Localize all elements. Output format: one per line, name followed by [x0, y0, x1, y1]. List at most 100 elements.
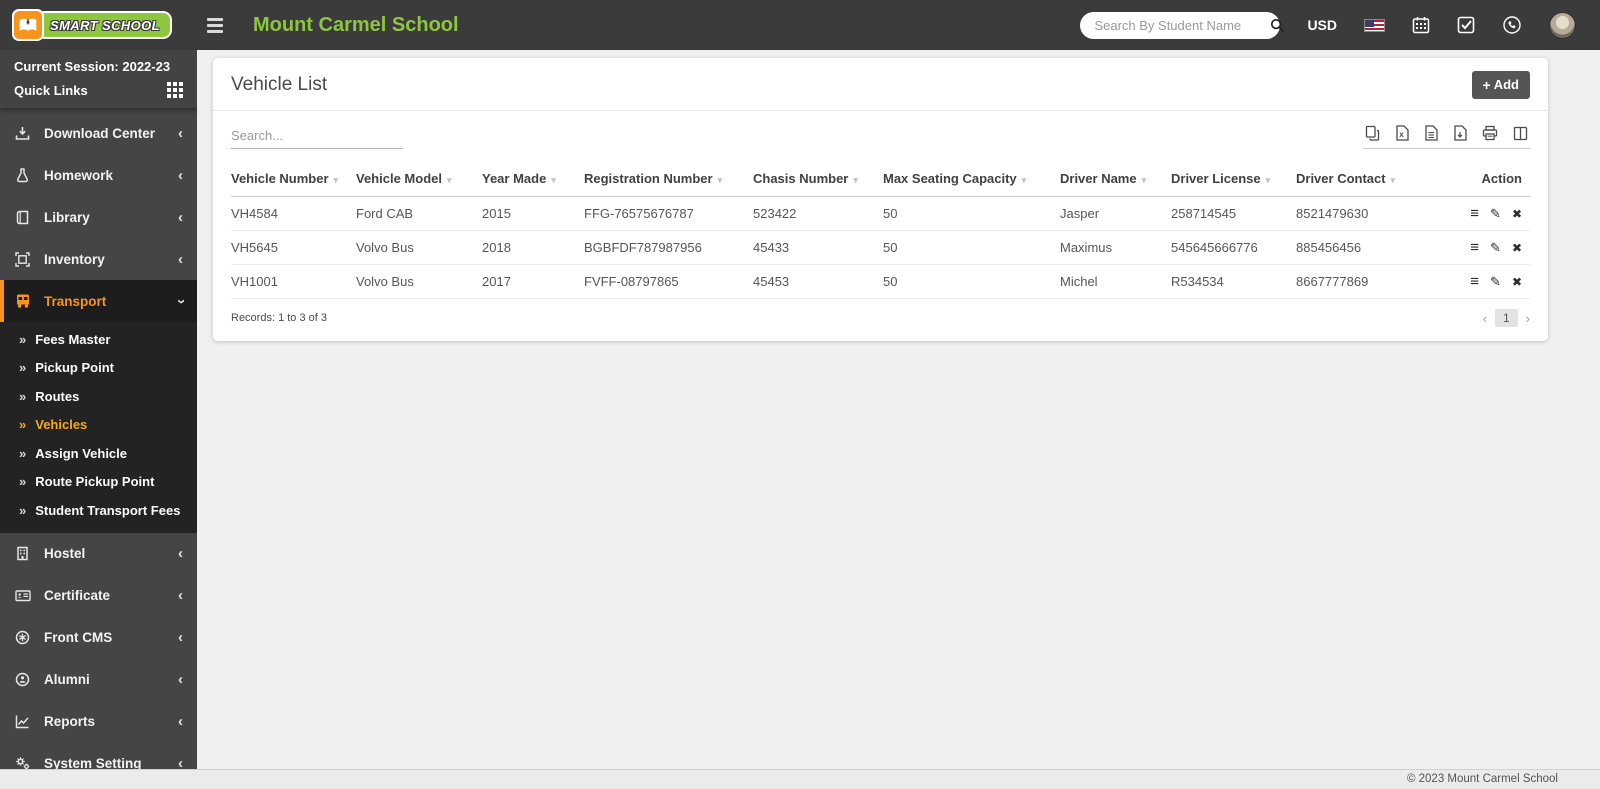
- sidebar-subitem-student-transport-fees[interactable]: » Student Transport Fees: [0, 496, 197, 525]
- app-logo[interactable]: SMART SCHOOL: [0, 0, 197, 50]
- sort-caret-icon: ▾: [551, 175, 556, 185]
- sidebar-subitem-pickup-point[interactable]: » Pickup Point: [0, 354, 197, 383]
- quick-links-grid-icon[interactable]: [167, 82, 183, 98]
- user-avatar[interactable]: [1549, 11, 1576, 39]
- sidebar-item-label: Homework: [44, 167, 114, 183]
- chevron-left-icon: ‹: [178, 208, 183, 226]
- table-cell: Jasper: [1060, 196, 1171, 231]
- chevron-left-icon: ‹: [178, 713, 183, 730]
- download-icon: [14, 126, 31, 141]
- sidebar-toggle-icon[interactable]: [207, 17, 223, 33]
- subitem-label: Fees Master: [35, 331, 111, 347]
- book-logo-icon: [12, 9, 44, 41]
- sidebar-item-front-cms[interactable]: Front CMS ‹: [0, 617, 197, 659]
- table-cell: 258714545: [1171, 196, 1296, 231]
- currency-selector[interactable]: USD: [1307, 17, 1337, 33]
- details-menu-icon[interactable]: ≡: [1470, 205, 1479, 222]
- language-flag-icon[interactable]: [1364, 18, 1385, 32]
- search-icon[interactable]: [1270, 18, 1285, 33]
- sidebar-item-download-center[interactable]: Download Center ‹: [0, 112, 197, 154]
- sidebar-subitem-route-pickup-point[interactable]: » Route Pickup Point: [0, 468, 197, 497]
- table-cell: 8667777869: [1296, 264, 1441, 299]
- package-icon: [14, 251, 31, 267]
- sidebar-item-alumni[interactable]: Alumni ‹: [0, 659, 197, 701]
- table-cell: 50: [883, 230, 1060, 265]
- delete-icon[interactable]: ✖: [1512, 275, 1522, 289]
- chevron-left-icon: ‹: [178, 755, 183, 769]
- sort-caret-icon: ▾: [1021, 175, 1027, 185]
- sidebar-item-library[interactable]: Library ‹: [0, 196, 197, 238]
- prev-page-icon[interactable]: ‹: [1483, 311, 1487, 326]
- delete-icon[interactable]: ✖: [1512, 241, 1522, 255]
- quick-links-label: Quick Links: [14, 82, 88, 98]
- edit-icon[interactable]: ✎: [1490, 240, 1501, 256]
- edit-icon[interactable]: ✎: [1490, 206, 1501, 222]
- copy-icon[interactable]: [1365, 125, 1380, 141]
- pagination: ‹ 1 ›: [1483, 309, 1530, 327]
- table-cell: 8521479630: [1296, 196, 1441, 231]
- column-header-driver-name[interactable]: Driver Name ▾: [1060, 161, 1171, 197]
- vehicle-table: Vehicle Number ▾ Vehicle Model ▾ Year Made…: [231, 161, 1530, 299]
- details-menu-icon[interactable]: ≡: [1470, 273, 1479, 290]
- delete-icon[interactable]: ✖: [1512, 207, 1522, 221]
- footer-copyright: © 2023 Mount Carmel School: [0, 769, 1600, 789]
- whatsapp-icon[interactable]: [1502, 15, 1522, 35]
- table-search-input[interactable]: [231, 125, 403, 149]
- table-header-row: Vehicle Number ▾ Vehicle Model ▾ Year Made…: [231, 161, 1530, 197]
- column-header-chasis-number[interactable]: Chasis Number ▾: [753, 161, 883, 197]
- sidebar-item-inventory[interactable]: Inventory ‹: [0, 238, 197, 280]
- details-menu-icon[interactable]: ≡: [1470, 239, 1479, 256]
- sort-caret-icon: ▾: [717, 175, 723, 185]
- pdf-export-icon[interactable]: [1453, 125, 1467, 141]
- sidebar-item-label: Library: [44, 209, 90, 225]
- sidebar-item-hostel[interactable]: Hostel ‹: [0, 533, 197, 575]
- double-chevron-icon: »: [19, 445, 27, 461]
- next-page-icon[interactable]: ›: [1526, 311, 1530, 326]
- table-cell: Maximus: [1060, 230, 1171, 265]
- print-icon[interactable]: [1482, 125, 1498, 141]
- column-header-year-made[interactable]: Year Made ▾: [482, 161, 584, 197]
- gears-icon: [14, 756, 31, 769]
- sort-caret-icon: ▾: [853, 175, 858, 185]
- sidebar-item-transport[interactable]: Transport ‹: [0, 280, 197, 322]
- vehicle-list-card: Vehicle List + Add x: [213, 58, 1548, 341]
- table-cell: Ford CAB: [356, 196, 482, 231]
- sidebar-item-system-setting[interactable]: System Setting ‹: [0, 743, 197, 769]
- task-check-icon[interactable]: [1457, 16, 1475, 34]
- chart-line-icon: [14, 714, 31, 729]
- sidebar-subitem-fees-master[interactable]: » Fees Master: [0, 325, 197, 354]
- sidebar-item-label: Inventory: [44, 251, 105, 267]
- calendar-icon[interactable]: [1412, 16, 1430, 34]
- chevron-left-icon: ‹: [178, 124, 183, 142]
- subitem-label: Route Pickup Point: [35, 474, 155, 490]
- column-header-max-seating-capacity[interactable]: Max Seating Capacity ▾: [883, 161, 1060, 197]
- sidebar-item-label: Front CMS: [44, 630, 113, 645]
- subitem-label: Student Transport Fees: [35, 502, 181, 518]
- column-header-vehicle-number[interactable]: Vehicle Number ▾: [231, 161, 356, 197]
- sidebar-item-certificate[interactable]: Certificate ‹: [0, 575, 197, 617]
- sidebar-subitem-assign-vehicle[interactable]: » Assign Vehicle: [0, 439, 197, 468]
- user-circle-icon: [14, 672, 31, 687]
- student-search-input[interactable]: [1094, 17, 1271, 33]
- sidebar-item-reports[interactable]: Reports ‹: [0, 701, 197, 743]
- column-header-registration-number[interactable]: Registration Number ▾: [584, 161, 753, 197]
- sidebar-subitem-vehicles[interactable]: » Vehicles: [0, 411, 197, 440]
- column-header-driver-contact[interactable]: Driver Contact ▾: [1296, 161, 1441, 197]
- chevron-left-icon: ‹: [178, 587, 183, 604]
- sidebar-subitem-routes[interactable]: » Routes: [0, 382, 197, 411]
- student-search-box: [1080, 11, 1285, 39]
- excel-export-icon[interactable]: x: [1395, 125, 1409, 141]
- sidebar-item-homework[interactable]: Homework ‹: [0, 154, 197, 196]
- page-number-button[interactable]: 1: [1494, 309, 1518, 327]
- column-header-driver-license[interactable]: Driver License ▾: [1171, 161, 1296, 197]
- csv-file-icon[interactable]: [1424, 125, 1438, 141]
- table-cell: 50: [883, 196, 1060, 231]
- table-cell: 885456456: [1296, 230, 1441, 265]
- edit-icon[interactable]: ✎: [1490, 274, 1501, 290]
- sidebar-item-label: Transport: [44, 293, 107, 309]
- column-header-vehicle-model[interactable]: Vehicle Model ▾: [356, 161, 482, 197]
- table-cell: Volvo Bus: [356, 264, 482, 299]
- add-button[interactable]: + Add: [1471, 71, 1530, 99]
- double-chevron-icon: »: [19, 331, 27, 347]
- column-visibility-icon[interactable]: [1513, 126, 1528, 141]
